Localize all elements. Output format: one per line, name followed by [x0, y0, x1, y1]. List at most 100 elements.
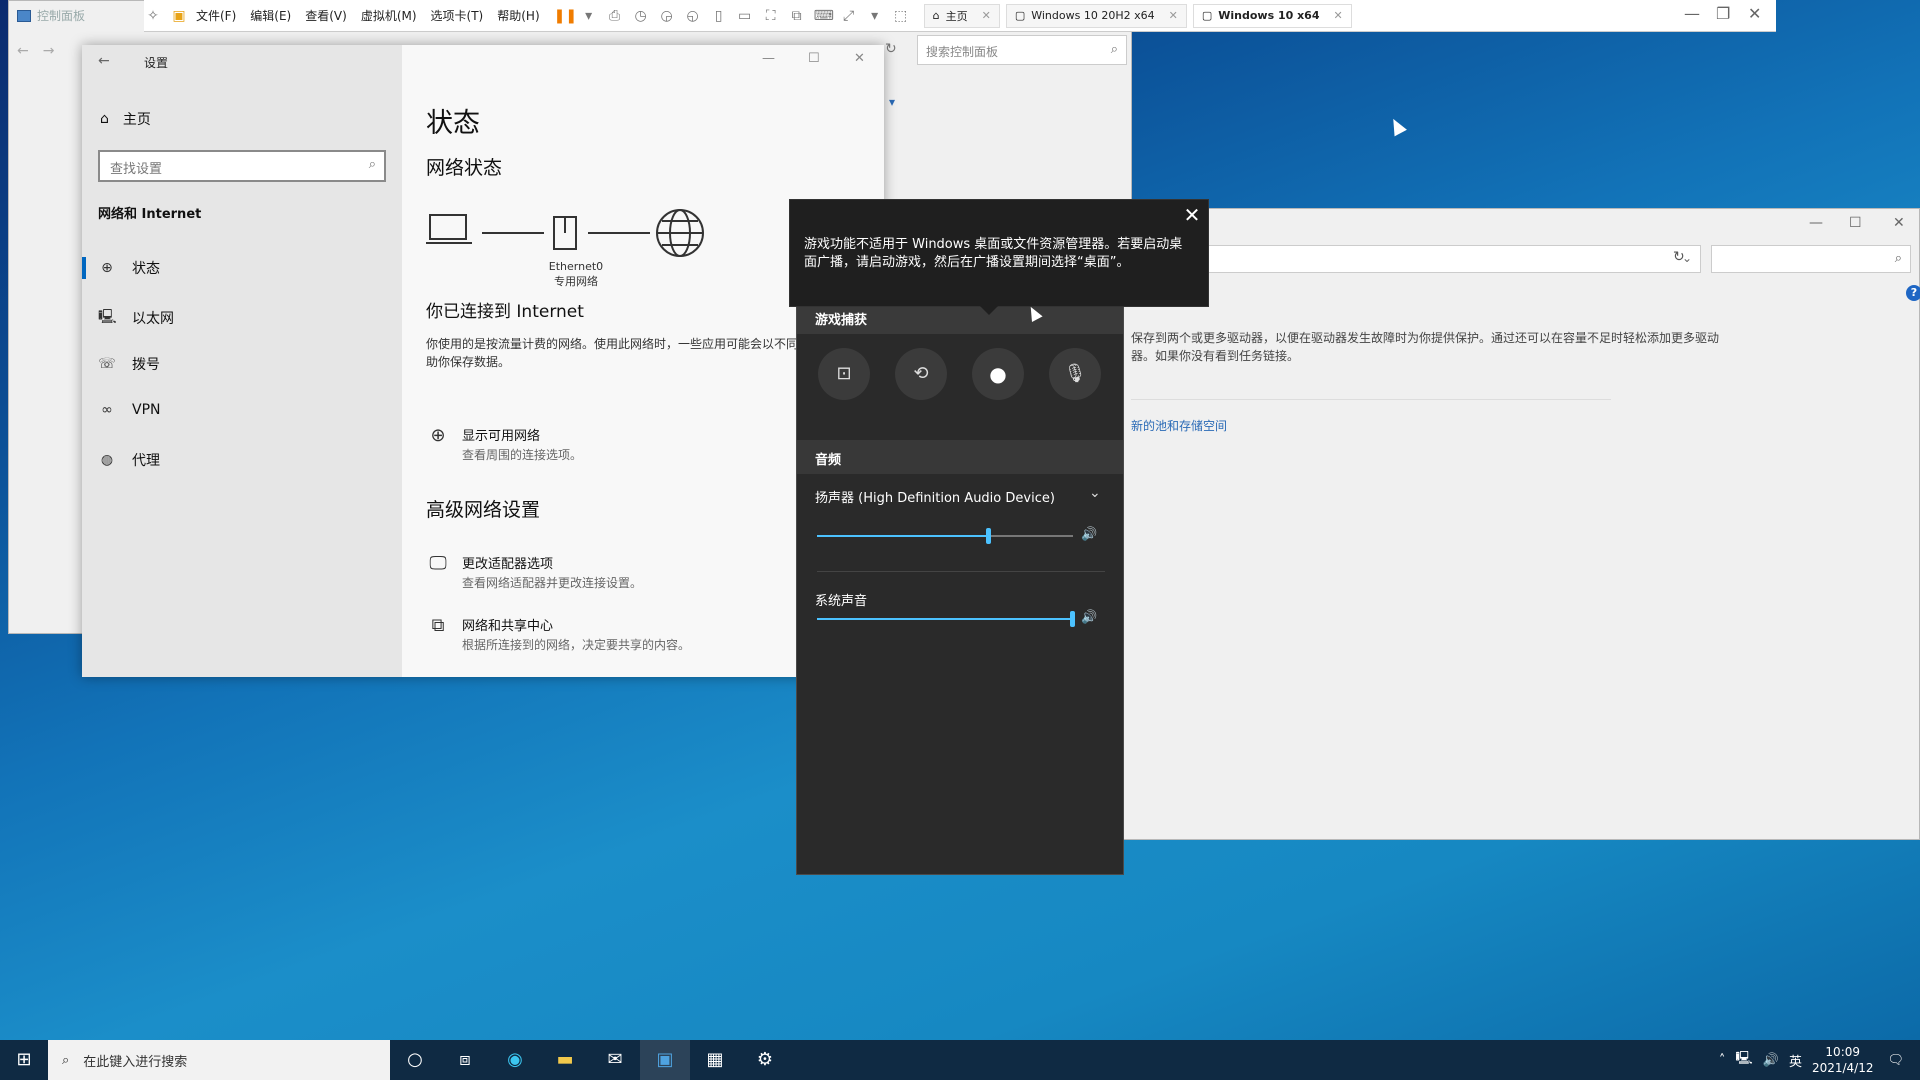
file-explorer-icon[interactable]: ▬ [540, 1040, 590, 1080]
tab-close-icon[interactable]: ✕ [982, 9, 991, 22]
show-networks-link[interactable]: ⊕ 显示可用网络 查看周围的连接选项。 [426, 425, 582, 463]
notification-icon[interactable]: 🗨 [1887, 1053, 1904, 1068]
control-panel-taskbar-icon[interactable]: ▣ [640, 1040, 690, 1080]
dropdown-icon-2[interactable]: ▾ [866, 7, 884, 25]
console-icon[interactable]: ⌨ [814, 7, 834, 25]
send-keys-icon[interactable]: ⎙ [606, 7, 624, 25]
unity-icon[interactable]: ⧉ [788, 7, 806, 25]
maximize-icon[interactable]: ☐ [808, 51, 820, 66]
network-icon[interactable]: 🖳 [1735, 1049, 1752, 1071]
tab-vm-20h2[interactable]: ▢ Windows 10 20H2 x64 ✕ [1005, 3, 1187, 28]
menu-edit[interactable]: 编辑(E) [250, 7, 291, 24]
sidebar-item-home[interactable]: ⌂ 主页 [100, 109, 151, 129]
divider [817, 571, 1105, 572]
maximize-icon[interactable]: ☐ [1849, 215, 1862, 231]
clock[interactable]: 10:09 2021/4/12 [1812, 1044, 1874, 1076]
status-globe-icon: ⊕ [101, 260, 113, 276]
speaker-volume-icon[interactable]: 🔊 [1081, 527, 1097, 542]
revert-snapshot-icon[interactable]: ◶ [658, 7, 676, 25]
start-windows-icon[interactable]: ⊞ [0, 1040, 48, 1080]
tab-vm-active[interactable]: ▢ Windows 10 x64 ✕ [1192, 3, 1352, 28]
storage-search-input[interactable]: ⌕ [1711, 245, 1911, 273]
game-bar-panel: 游戏捕获 ⊡ ⟲ ● 🎙 音频 扬声器 (High Definition Aud… [796, 299, 1124, 875]
stretch-icon[interactable]: ⤢ [840, 7, 858, 25]
fullscreen-icon[interactable]: ⛶ [762, 7, 780, 25]
pin-icon[interactable]: ✧ [144, 7, 162, 25]
sidebar-item-ethernet[interactable]: 🖳 以太网 [98, 306, 174, 330]
create-pool-link[interactable]: 新的池和存储空间 [1131, 417, 1227, 434]
close-icon[interactable]: ✕ [1893, 215, 1905, 231]
close-icon[interactable]: ✕ [1176, 200, 1208, 232]
storage-spaces-window[interactable]: — ☐ ✕ ⌄ ↻ ⌕ ? 保存到两个或更多驱动器，以便在驱动器发生故障时为你提… [1120, 208, 1920, 840]
volume-icon[interactable]: 🔊 [1763, 1053, 1779, 1068]
tab-home[interactable]: ⌂ 主页 ✕ [923, 3, 1000, 28]
taskbar-search-box[interactable]: ⌕ 在此键入进行搜索 [48, 1040, 390, 1080]
menu-help[interactable]: 帮助(H) [497, 7, 539, 24]
pause-icon[interactable]: ❚❚ [554, 7, 577, 25]
dropdown-icon[interactable]: ▾ [580, 7, 598, 25]
sidebar-item-label: 状态 [132, 261, 160, 277]
chevron-down-icon[interactable]: ⌄ [1089, 485, 1101, 501]
screenshot-button[interactable]: ⊡ [818, 348, 870, 400]
help-icon[interactable]: ? [1906, 285, 1920, 301]
task-view-icon[interactable]: ⧈ [440, 1040, 490, 1080]
find-settings-input[interactable]: 查找设置 ⌕ [98, 150, 386, 182]
sidebar-item-proxy[interactable]: ◍ 代理 [98, 450, 160, 470]
refresh-icon[interactable]: ↻ [885, 41, 897, 57]
tab-close-icon[interactable]: ✕ [1169, 9, 1178, 22]
system-volume-slider[interactable] [817, 611, 1075, 627]
chevron-up-icon[interactable]: ˄ [1719, 1053, 1726, 1068]
snapshot-manager-icon[interactable]: ◵ [684, 7, 702, 25]
show-networks-desc: 查看周围的连接选项。 [462, 448, 583, 462]
calculator-icon[interactable]: ▦ [690, 1040, 740, 1080]
menu-vm[interactable]: 虚拟机(M) [361, 7, 417, 24]
record-last-button[interactable]: ⟲ [895, 348, 947, 400]
speaker-volume-fill [817, 535, 989, 537]
restore-icon[interactable]: ❐ [1716, 4, 1730, 23]
nav-arrows-icon[interactable]: ←→ [17, 43, 68, 59]
sidebar-item-status[interactable]: ⊕ 状态 [98, 258, 160, 278]
available-networks-icon: ⊕ [430, 425, 446, 446]
control-panel-search-placeholder: 搜索控制面板 [926, 45, 999, 59]
replay-icon: ⟲ [913, 363, 929, 384]
system-volume-thumb[interactable] [1070, 611, 1075, 627]
sharing-center-link[interactable]: ⧉ 网络和共享中心 根据所连接到的网络，决定要共享的内容。 [426, 615, 690, 653]
snapshot-icon[interactable]: ◷ [632, 7, 650, 25]
settings-gear-icon[interactable]: ⚙ [740, 1040, 790, 1080]
speaker-volume-slider[interactable] [817, 528, 1073, 544]
minimize-icon[interactable]: — [1809, 215, 1823, 231]
close-icon[interactable]: ✕ [854, 51, 865, 66]
speaker-volume-thumb[interactable] [985, 528, 991, 544]
taskbar: ⊞ ⌕ 在此键入进行搜索 ○ ⧈ ◉ ▬ ✉ ▣ ▦ ⚙ ˄ 🖳 🔊 英 10:0… [0, 1040, 1920, 1080]
edge-icon[interactable]: ◉ [490, 1040, 540, 1080]
back-arrow-icon[interactable]: ← [98, 53, 110, 69]
minimize-icon[interactable]: — [1684, 4, 1700, 23]
ime-indicator[interactable]: 英 [1789, 1051, 1802, 1070]
adapter-label: Ethernet0 专用网络 [536, 259, 616, 289]
dropdown-chevron-icon[interactable]: ▾ [889, 95, 895, 109]
menu-view[interactable]: 查看(V) [305, 7, 347, 24]
computer-icon [426, 214, 472, 244]
minimize-icon[interactable]: — [762, 51, 775, 66]
network-diagram [426, 209, 704, 257]
sidebar-view-icon[interactable]: ▯ [710, 7, 728, 25]
mic-toggle-button[interactable]: 🎙 [1049, 348, 1101, 400]
close-icon[interactable]: ✕ [1748, 4, 1761, 23]
thumbnail-view-icon[interactable]: ▭ [736, 7, 754, 25]
view-icon[interactable]: ⬚ [892, 7, 910, 25]
settings-window[interactable]: ← 设置 ⌂ 主页 查找设置 ⌕ 网络和 Internet ⊕ 状态 🖳 以太网 ☏ 拨号… [82, 45, 884, 677]
record-button[interactable]: ● [972, 348, 1024, 400]
adapter-options-link[interactable]: 🖵 更改适配器选项 查看网络适配器并更改连接设置。 [426, 553, 642, 591]
find-settings-placeholder: 查找设置 [110, 162, 163, 177]
menu-file[interactable]: 文件(F) [196, 7, 236, 24]
speaker-device-select[interactable]: 扬声器 (High Definition Audio Device) [815, 487, 1055, 506]
control-panel-search-input[interactable]: 搜索控制面板 ⌕ [917, 35, 1127, 65]
sidebar-item-vpn[interactable]: ∞ VPN [98, 402, 160, 418]
refresh-icon[interactable]: ↻ [1673, 249, 1697, 273]
sidebar-item-dialup[interactable]: ☏ 拨号 [98, 354, 160, 374]
system-volume-icon[interactable]: 🔊 [1081, 610, 1097, 625]
mail-icon[interactable]: ✉ [590, 1040, 640, 1080]
tab-close-icon[interactable]: ✕ [1333, 9, 1342, 22]
menu-tabs[interactable]: 选项卡(T) [431, 7, 484, 24]
cortana-icon[interactable]: ○ [390, 1040, 440, 1080]
